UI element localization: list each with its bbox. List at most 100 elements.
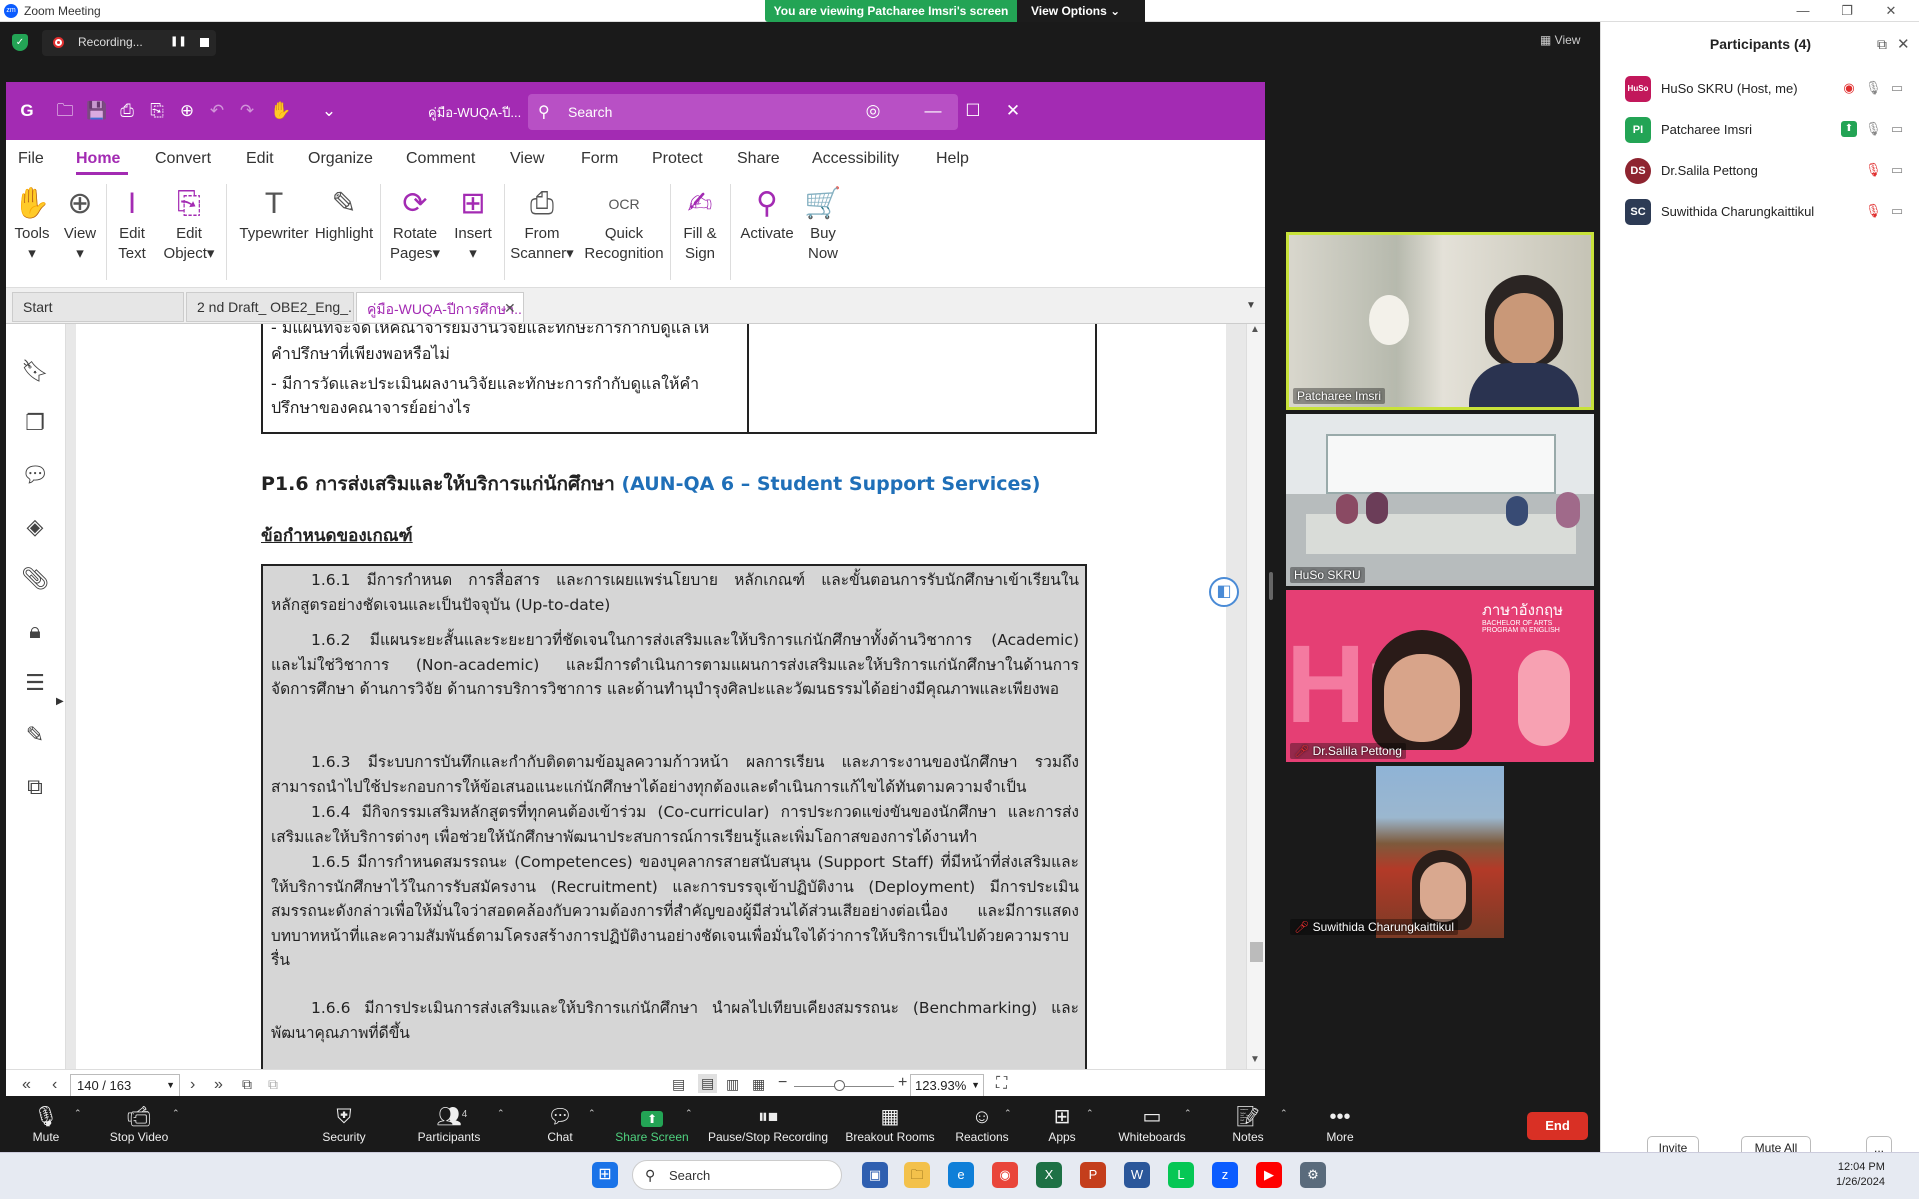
participants-chevron-icon[interactable]: ⌃ bbox=[497, 1108, 505, 1119]
whiteboards-chevron-icon[interactable]: ⌃ bbox=[1184, 1108, 1192, 1119]
fullscreen-icon[interactable]: ⛶ bbox=[996, 1075, 1007, 1093]
youtube-icon[interactable]: ▶ bbox=[1256, 1162, 1282, 1188]
copy-icon[interactable]: ⎘ bbox=[146, 100, 168, 122]
close-panel-icon[interactable]: ✕ bbox=[1897, 35, 1910, 53]
chat-chevron-icon[interactable]: ⌃ bbox=[588, 1108, 596, 1119]
apps-button[interactable]: ⊞ Apps bbox=[1042, 1104, 1082, 1144]
customize-dropdown-icon[interactable]: ⌄ bbox=[318, 100, 340, 122]
excel-icon[interactable]: X bbox=[1036, 1162, 1062, 1188]
video-tile-patcharee[interactable]: Patcharee Imsri bbox=[1286, 232, 1594, 410]
close-icon[interactable]: ✕ bbox=[1002, 100, 1024, 122]
rotate-pages-button[interactable]: ⟳ Rotate Pages▾ bbox=[384, 184, 446, 264]
edit-object-button[interactable]: ⎘ Edit Object▾ bbox=[158, 184, 220, 264]
view-layout-button[interactable]: ▦ View bbox=[1540, 33, 1580, 47]
tools-button[interactable]: ✋ Tools ▾ bbox=[10, 184, 54, 264]
zoom-dropdown-icon[interactable]: ▼ bbox=[971, 1080, 980, 1090]
pages-icon[interactable]: ❐ bbox=[20, 408, 50, 438]
signature-icon[interactable]: ✎ bbox=[20, 720, 50, 750]
ai-assistant-icon[interactable]: ◧ bbox=[1209, 577, 1239, 607]
participant-row[interactable]: PI Patcharee Imsri ⬆ 🎙︎ ▭ bbox=[1601, 109, 1919, 150]
from-scanner-button[interactable]: ⎙ From Scanner▾ bbox=[508, 184, 576, 264]
zoom-in-icon[interactable]: + bbox=[898, 1074, 907, 1092]
vertical-scrollbar[interactable]: ▲ ▼ bbox=[1246, 324, 1265, 1069]
file-explorer-icon[interactable]: 🗀 bbox=[904, 1162, 930, 1188]
menu-accessibility[interactable]: Accessibility bbox=[812, 150, 899, 168]
open-folder-icon[interactable]: 🗀 bbox=[54, 100, 76, 122]
taskbar-search-input[interactable]: ⚲ Search bbox=[632, 1160, 842, 1190]
maximize-icon[interactable]: ☐ bbox=[962, 100, 984, 122]
muted-mic-icon[interactable]: 🎙︎ bbox=[1865, 162, 1882, 178]
pdf-search-input[interactable]: ⚲ Search bbox=[528, 94, 958, 130]
edge-icon[interactable]: e bbox=[948, 1162, 974, 1188]
prev-page-icon[interactable]: ‹ bbox=[52, 1076, 57, 1094]
muted-mic-icon[interactable]: 🎙︎ bbox=[1865, 203, 1882, 219]
video-camera-icon[interactable]: ▭ bbox=[1889, 121, 1905, 137]
view-button[interactable]: ⊕ View ▾ bbox=[58, 184, 102, 264]
last-page-icon[interactable]: » bbox=[214, 1076, 223, 1094]
menu-file[interactable]: File bbox=[18, 150, 44, 168]
menu-edit[interactable]: Edit bbox=[246, 150, 274, 168]
mute-button[interactable]: 🎙︎ Mute bbox=[18, 1104, 74, 1144]
stop-video-button[interactable]: 📹︎ Stop Video bbox=[104, 1104, 174, 1144]
video-camera-icon[interactable]: ▭ bbox=[1889, 162, 1905, 178]
first-page-icon[interactable]: « bbox=[22, 1076, 31, 1094]
line-icon[interactable]: L bbox=[1168, 1162, 1194, 1188]
video-tile-suwithida[interactable]: 🎤︎ Suwithida Charungkaittikul bbox=[1286, 766, 1594, 938]
video-camera-icon[interactable]: ▭ bbox=[1889, 203, 1905, 219]
menu-comment[interactable]: Comment bbox=[406, 150, 475, 168]
tabs-dropdown-icon[interactable]: ▼ bbox=[1246, 300, 1256, 311]
video-tile-huso[interactable]: HuSo SKRU bbox=[1286, 414, 1594, 586]
comments-icon[interactable]: 💬︎ bbox=[20, 460, 50, 490]
next-page-icon[interactable]: › bbox=[190, 1076, 195, 1094]
encryption-shield-icon[interactable]: ✓ bbox=[12, 34, 28, 51]
task-view-icon[interactable]: ▣ bbox=[862, 1162, 888, 1188]
scroll-down-icon[interactable]: ▼ bbox=[1250, 1054, 1260, 1065]
participant-row[interactable]: DS Dr.Salila Pettong 🎙︎ ▭ bbox=[1601, 150, 1919, 191]
next-view-icon[interactable]: ⧉ bbox=[268, 1076, 278, 1093]
tab-wuqa-manual[interactable]: คู่มือ-WUQA-ปีการศึกษา... bbox=[356, 292, 524, 322]
chrome-icon[interactable]: ◉ bbox=[992, 1162, 1018, 1188]
zoom-out-icon[interactable]: − bbox=[778, 1074, 787, 1092]
popout-icon[interactable]: ⧉ bbox=[1877, 36, 1887, 53]
pause-stop-recording-button[interactable]: ⏸⏹ Pause/Stop Recording bbox=[706, 1104, 830, 1144]
edit-text-button[interactable]: I Edit Text bbox=[110, 184, 154, 264]
video-camera-icon[interactable]: ▭ bbox=[1889, 80, 1905, 96]
scroll-up-icon[interactable]: ▲ bbox=[1250, 324, 1260, 335]
menu-protect[interactable]: Protect bbox=[652, 150, 703, 168]
close-tab-icon[interactable]: ✕ bbox=[504, 300, 516, 317]
bookmark-icon[interactable]: 🔖︎ bbox=[20, 356, 50, 386]
quick-recognition-button[interactable]: OCR Quick Recognition bbox=[582, 184, 666, 264]
menu-organize[interactable]: Organize bbox=[308, 150, 373, 168]
powerpoint-icon[interactable]: P bbox=[1080, 1162, 1106, 1188]
security-lock-icon[interactable]: 🔒︎ bbox=[20, 616, 50, 646]
scroll-thumb[interactable] bbox=[1250, 942, 1263, 962]
view-options-button[interactable]: View Options ⌄ bbox=[1017, 0, 1145, 22]
facing-page-icon[interactable]: ▥ bbox=[726, 1076, 739, 1093]
layers-icon[interactable]: ◈ bbox=[20, 512, 50, 542]
menu-form[interactable]: Form bbox=[581, 150, 618, 168]
microphone-icon[interactable]: 🎙︎ bbox=[1865, 80, 1882, 96]
stop-recording-icon[interactable] bbox=[200, 38, 209, 47]
share-chevron-icon[interactable]: ⌃ bbox=[685, 1108, 693, 1119]
content-icon[interactable]: ☰ bbox=[20, 668, 50, 698]
settings-gear-icon[interactable]: ⚙ bbox=[1300, 1162, 1326, 1188]
page-number-input[interactable]: 140 / 163 ▼ bbox=[70, 1074, 180, 1098]
audio-options-chevron-icon[interactable]: ⌃ bbox=[74, 1108, 82, 1119]
minimize-icon[interactable]: — bbox=[922, 100, 944, 122]
participant-row[interactable]: HuSo HuSo SKRU (Host, me) ◉ 🎙︎ ▭ bbox=[1601, 68, 1919, 109]
fill-sign-button[interactable]: ✍ Fill & Sign bbox=[674, 184, 726, 264]
word-icon[interactable]: W bbox=[1124, 1162, 1150, 1188]
pause-recording-icon[interactable]: ❚❚ bbox=[170, 36, 187, 47]
account-icon[interactable]: ◎ bbox=[862, 100, 884, 122]
zoom-slider-thumb[interactable] bbox=[834, 1080, 845, 1091]
more-button[interactable]: ••• More bbox=[1320, 1104, 1360, 1144]
new-doc-icon[interactable]: ⊕ bbox=[176, 100, 198, 122]
menu-convert[interactable]: Convert bbox=[155, 150, 211, 168]
panel-resize-handle[interactable] bbox=[1269, 572, 1273, 600]
system-clock[interactable]: 12:04 PM 1/26/2024 bbox=[1836, 1160, 1885, 1190]
minimize-icon[interactable]: — bbox=[1786, 2, 1820, 20]
share-screen-button[interactable]: ⬆ Share Screen bbox=[614, 1104, 690, 1144]
highlight-button[interactable]: ✎ Highlight bbox=[312, 184, 376, 244]
attachment-icon[interactable]: 📎︎ bbox=[20, 564, 50, 594]
end-meeting-button[interactable]: End bbox=[1527, 1112, 1588, 1140]
